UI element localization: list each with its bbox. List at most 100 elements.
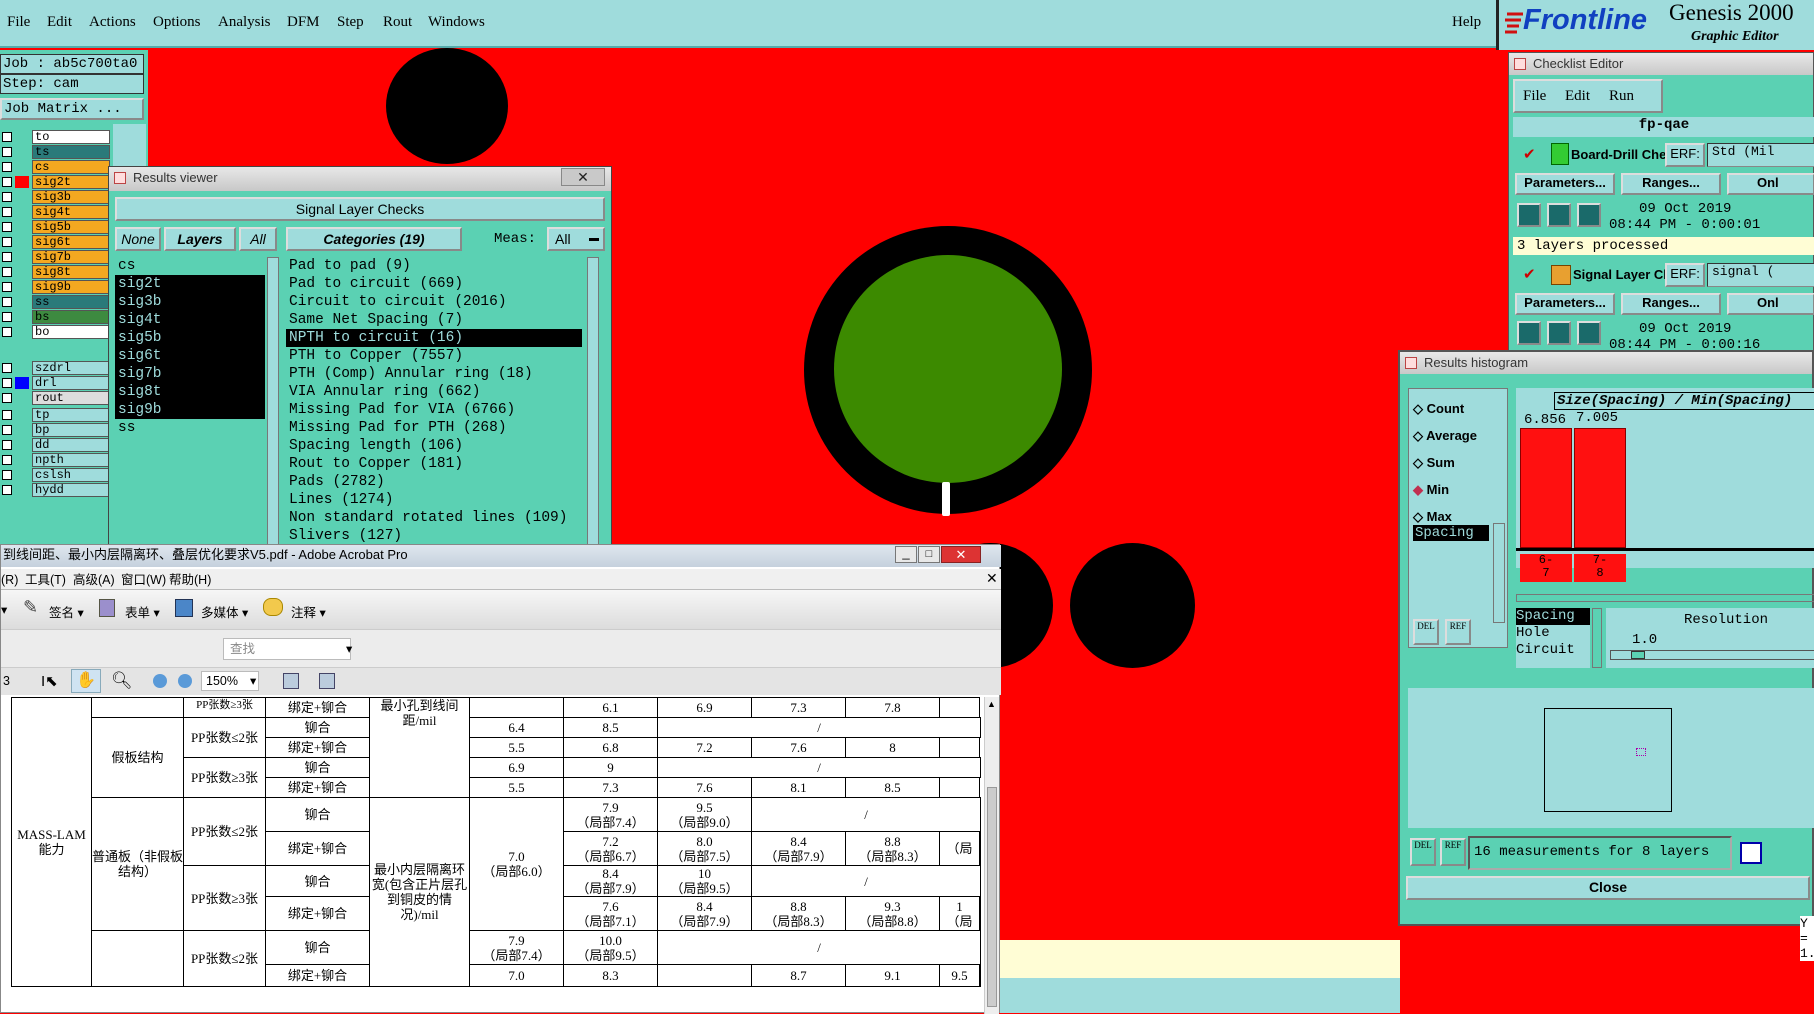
layer-list-scrollbar[interactable] <box>267 257 279 547</box>
layer-name[interactable]: bs <box>32 310 110 324</box>
layer-list-item[interactable]: sig5b <box>115 329 265 347</box>
layer-checkbox[interactable] <box>2 470 12 480</box>
parameters-button[interactable]: Parameters... <box>1515 173 1615 195</box>
erf-button[interactable]: ERF: <box>1665 263 1705 287</box>
layer-row[interactable]: sig8t <box>0 265 110 279</box>
maximize-icon[interactable]: □ <box>918 546 940 563</box>
acrobat-menu-item[interactable]: 帮助(H) <box>169 571 211 589</box>
layer-list-item[interactable]: sig7b <box>115 365 265 383</box>
layer-checkbox[interactable] <box>2 297 12 307</box>
category-list-item[interactable]: Same Net Spacing (7) <box>286 311 582 329</box>
layer-checkbox[interactable] <box>2 440 12 450</box>
layer-row[interactable]: sig4t <box>0 205 110 219</box>
check-item-name[interactable]: Signal Layer Ch <box>1573 267 1671 282</box>
del-icon[interactable]: DEL <box>1413 619 1439 645</box>
all-button[interactable]: All <box>239 227 277 251</box>
layer-name[interactable]: sig8t <box>32 265 110 279</box>
minimize-icon[interactable]: _ <box>895 546 917 563</box>
layer-checkbox[interactable] <box>2 222 12 232</box>
sign-button[interactable]: 签名 ▾ <box>49 602 84 621</box>
layer-name[interactable]: sig6t <box>32 235 110 249</box>
erf-button[interactable]: ERF: <box>1665 143 1705 167</box>
close-doc-icon[interactable]: ✕ <box>986 569 998 587</box>
acrobat-menu-item[interactable]: 高级(A) <box>73 571 115 589</box>
layer-name[interactable]: sig7b <box>32 250 110 264</box>
layer-name[interactable]: bo <box>32 325 110 339</box>
run-all-icon[interactable] <box>1547 203 1571 227</box>
category-list-item[interactable]: NPTH to circuit (16) <box>286 329 582 347</box>
pdf-scroll-thumb[interactable] <box>987 787 997 1007</box>
forms-button[interactable]: 表单 ▾ <box>125 602 160 621</box>
menu-options[interactable]: Options <box>153 14 201 31</box>
category-list-item[interactable]: Slivers (127) <box>286 527 582 545</box>
media-button[interactable]: 多媒体 ▾ <box>201 602 248 621</box>
category-list-item[interactable]: Pad to circuit (669) <box>286 275 582 293</box>
histogram-titlebar[interactable]: Results histogram <box>1400 352 1812 374</box>
layer-checkbox[interactable] <box>2 378 12 388</box>
measure-type-item[interactable]: Circuit <box>1516 642 1590 659</box>
menu-rout[interactable]: Rout <box>383 14 412 31</box>
run-icon[interactable] <box>1517 203 1541 227</box>
layer-row[interactable]: sig7b <box>0 250 110 264</box>
average-radio[interactable]: ◇ Average <box>1413 422 1477 449</box>
ref-icon[interactable]: REF <box>1445 619 1471 645</box>
checkmark-icon[interactable]: ✔ <box>1523 145 1536 164</box>
layer-checkbox[interactable] <box>2 425 12 435</box>
acrobat-titlebar[interactable]: 到线间距、最小内层隔离环、叠层优化要求V5.pdf - Adobe Acroba… <box>1 545 1001 567</box>
layer-list-item[interactable]: sig3b <box>115 293 265 311</box>
layer-row[interactable]: to <box>0 130 110 144</box>
parameters-button[interactable]: Parameters... <box>1515 293 1615 315</box>
category-list-item[interactable]: PTH to Copper (7557) <box>286 347 582 365</box>
category-list-item[interactable]: Rout to Copper (181) <box>286 455 582 473</box>
layer-name[interactable]: ts <box>32 145 110 159</box>
menu-step[interactable]: Step <box>337 14 364 31</box>
layer-name[interactable]: hydd <box>32 483 110 497</box>
category-list-item[interactable]: Missing Pad for VIA (6766) <box>286 401 582 419</box>
layer-row[interactable]: sig9b <box>0 280 110 294</box>
layer-checkbox[interactable] <box>2 162 12 172</box>
category-list-scrollbar[interactable] <box>587 257 599 547</box>
measure-type-item[interactable]: Hole <box>1516 625 1590 642</box>
stop-icon[interactable] <box>1577 321 1601 345</box>
close-button[interactable]: Close <box>1406 876 1810 900</box>
layer-checkbox[interactable] <box>2 132 12 142</box>
layer-row[interactable]: ts <box>0 145 110 159</box>
layer-name[interactable]: rout <box>32 391 110 405</box>
layer-checkbox[interactable] <box>2 147 12 157</box>
layer-checkbox[interactable] <box>2 393 12 403</box>
menu-actions[interactable]: Actions <box>89 14 136 31</box>
layer-row[interactable]: rout <box>0 391 110 405</box>
run-icon[interactable] <box>1517 321 1541 345</box>
histogram-bar[interactable] <box>1520 428 1572 548</box>
layer-checkbox[interactable] <box>2 207 12 217</box>
category-list-item[interactable]: Missing Pad for PTH (268) <box>286 419 582 437</box>
min-radio[interactable]: ◆ Min <box>1413 476 1477 503</box>
pdf-scrollbar[interactable]: ▲ <box>984 697 999 1014</box>
layer-checkbox[interactable] <box>2 312 12 322</box>
layer-row[interactable]: sig3b <box>0 190 110 204</box>
fit-width-icon[interactable] <box>319 673 335 689</box>
layer-name[interactable]: ss <box>32 295 110 309</box>
layer-name[interactable]: tp <box>32 408 110 422</box>
hand-tool-icon[interactable]: ✋ <box>71 669 101 693</box>
layers-button[interactable]: Layers <box>164 227 236 251</box>
layer-checkbox[interactable] <box>2 410 12 420</box>
category-list-item[interactable]: Non standard rotated lines (109) <box>286 509 582 527</box>
layer-name[interactable]: sig2t <box>32 175 110 189</box>
page-number[interactable]: 3 <box>3 674 10 688</box>
layer-list-item[interactable]: sig6t <box>115 347 265 365</box>
layer-name[interactable]: cslsh <box>32 468 110 482</box>
layer-list-item[interactable]: sig4t <box>115 311 265 329</box>
layer-name[interactable]: bp <box>32 423 110 437</box>
checklist-menu-file[interactable]: File <box>1523 88 1546 105</box>
menu-file[interactable]: File <box>7 14 30 31</box>
zoom-in-icon[interactable] <box>178 674 192 688</box>
menu-analysis[interactable]: Analysis <box>218 14 271 31</box>
zoom-out-icon[interactable] <box>153 674 167 688</box>
menu-edit[interactable]: Edit <box>47 14 72 31</box>
histogram-scrollbar[interactable] <box>1516 594 1814 602</box>
checklist-menu-run[interactable]: Run <box>1609 88 1634 105</box>
layer-row[interactable]: dd <box>0 438 110 452</box>
layer-list-item[interactable]: sig2t <box>115 275 265 293</box>
layer-row[interactable]: cslsh <box>0 468 110 482</box>
